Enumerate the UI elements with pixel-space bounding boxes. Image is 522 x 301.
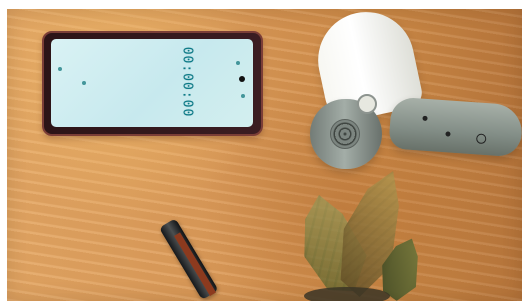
timer-text: 00:00:00 (179, 46, 195, 118)
black-cutter (159, 218, 229, 301)
phone-screen: 00:00:00 (51, 39, 253, 127)
dryer-button (357, 94, 377, 114)
photo-scene: 00:00:00 (0, 0, 522, 301)
screen-dot (58, 67, 62, 71)
potted-plant (286, 166, 426, 301)
plant-pot-edge (304, 287, 390, 301)
hair-dryer-handle (388, 96, 522, 158)
label-dot (445, 131, 451, 137)
label-dot (475, 133, 487, 145)
hair-dryer (309, 3, 522, 172)
label-dot (422, 115, 428, 121)
screen-dot (82, 81, 86, 85)
smartphone: 00:00:00 (42, 31, 263, 136)
screen-dot (236, 61, 240, 65)
vent-grill (330, 119, 360, 149)
screen-dot (241, 94, 245, 98)
camera-icon (239, 76, 245, 82)
